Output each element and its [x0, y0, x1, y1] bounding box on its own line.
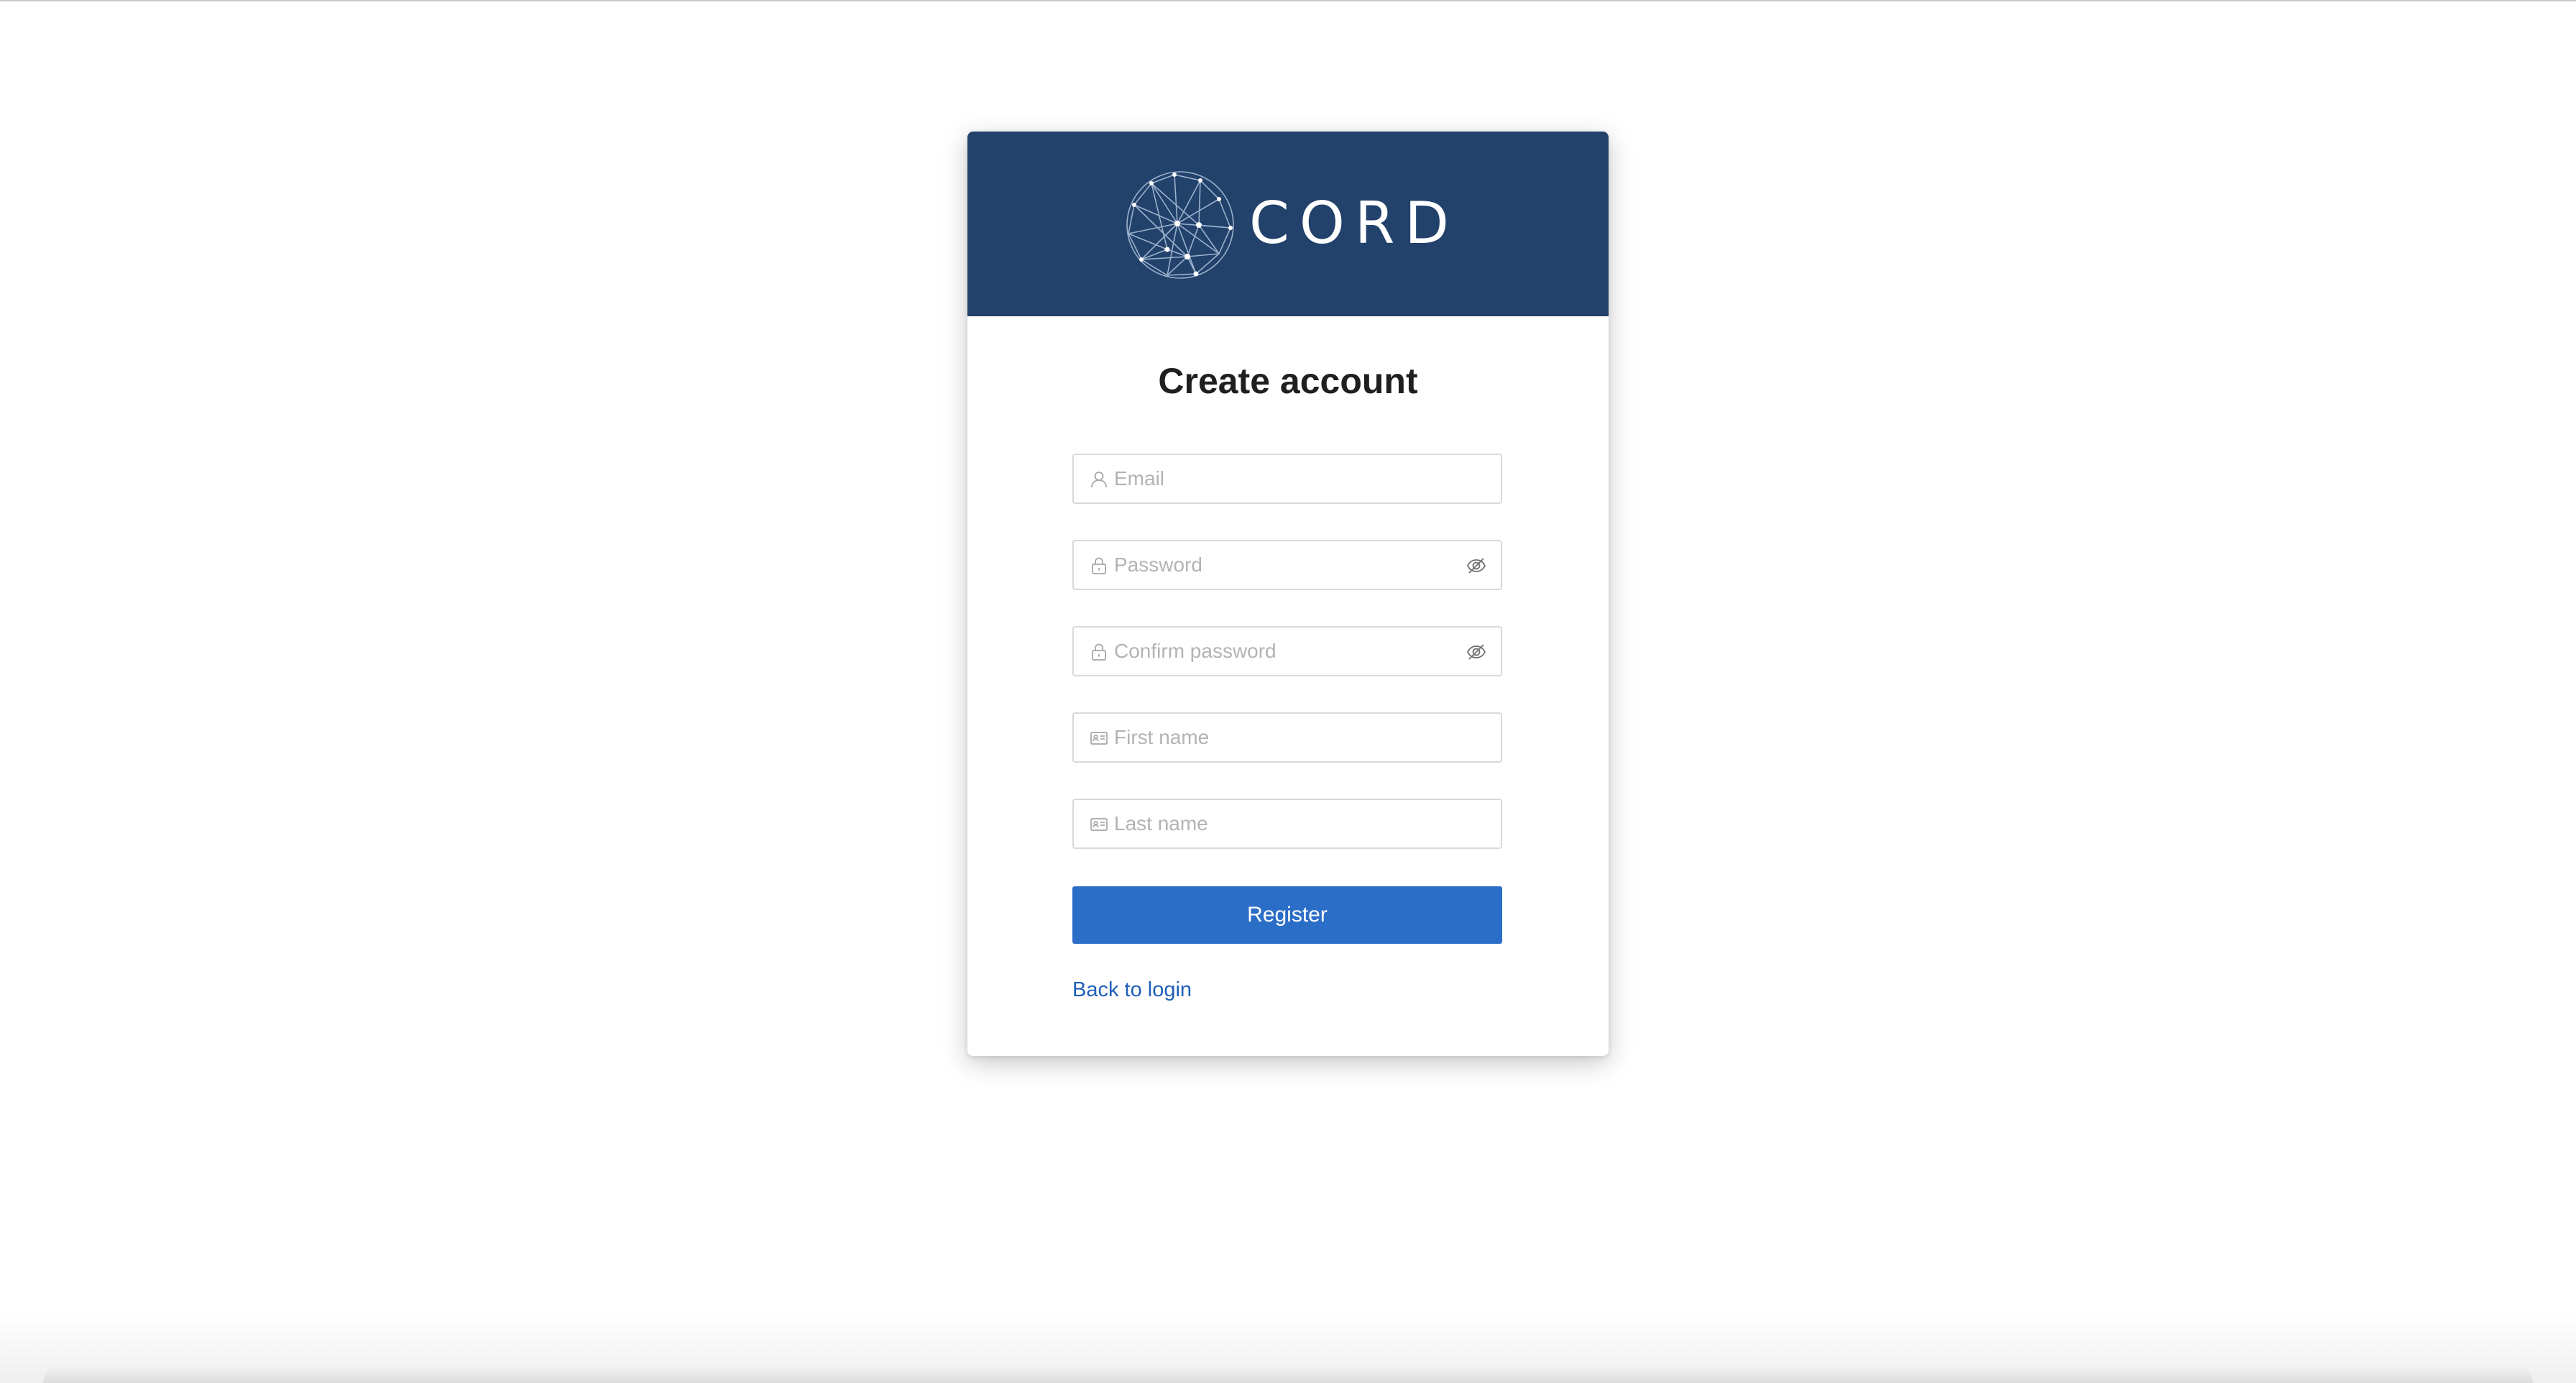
brand-header: CORD: [967, 132, 1609, 316]
last-name-field[interactable]: [1072, 799, 1502, 849]
lock-icon: [1092, 557, 1106, 574]
page: CORD Create account Email First name Las…: [0, 0, 2576, 1383]
first-name-input[interactable]: [1114, 714, 1452, 761]
last-name-input[interactable]: [1114, 800, 1452, 847]
id-card-icon: [1090, 818, 1108, 831]
password-field[interactable]: [1072, 540, 1502, 590]
brand-wordmark: CORD: [1249, 190, 1460, 257]
register-card: CORD Create account Email First name Las…: [967, 132, 1609, 1056]
email-input[interactable]: [1114, 455, 1452, 502]
eye-invisible-icon[interactable]: [1466, 642, 1486, 662]
first-name-field[interactable]: [1072, 712, 1502, 763]
confirm-password-input[interactable]: [1114, 628, 1452, 675]
back-to-login-link[interactable]: Back to login: [1072, 978, 1192, 1002]
register-button[interactable]: Register: [1072, 886, 1502, 944]
cord-logo-globe-icon: [1126, 171, 1234, 279]
lock-icon: [1092, 643, 1106, 661]
confirm-password-field[interactable]: [1072, 626, 1502, 676]
top-divider: [0, 0, 2576, 1]
eye-invisible-icon[interactable]: [1466, 556, 1486, 576]
bottom-shadow: [0, 1315, 2576, 1383]
user-icon: [1091, 472, 1107, 488]
email-field[interactable]: [1072, 454, 1502, 504]
password-input[interactable]: [1114, 541, 1452, 589]
id-card-icon: [1090, 732, 1108, 745]
page-title: Create account: [1158, 361, 1418, 401]
